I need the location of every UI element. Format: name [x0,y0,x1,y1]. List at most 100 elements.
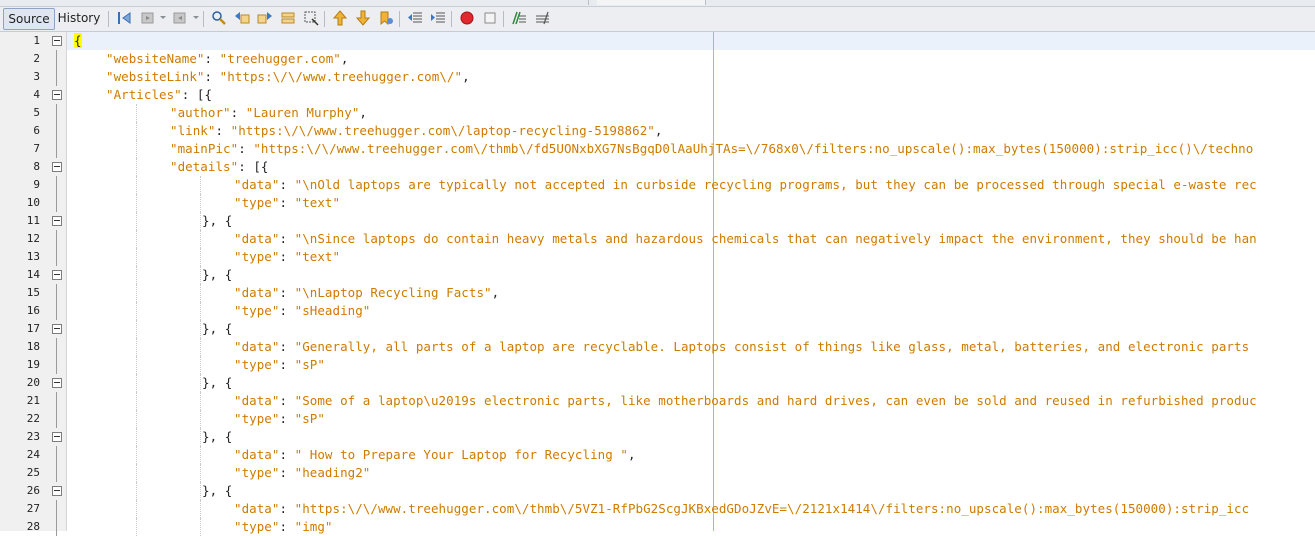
forward-icon[interactable] [172,10,188,26]
code-line[interactable]: 27 "data": "https:\/\/www.treehugger.com\… [0,500,1315,518]
line-number: 15 [26,286,40,299]
fold-guide [56,356,57,374]
code-line[interactable]: 15 "data": "\nLaptop Recycling Facts", [0,284,1315,302]
editor-tab-strip [0,0,1315,7]
code-line[interactable]: 24 "data": " How to Prepare Your Laptop f… [0,446,1315,464]
find-previous-icon[interactable] [234,10,250,26]
code-line[interactable]: 11}, { [0,212,1315,230]
comment-icon[interactable] [511,10,527,26]
shift-right-icon[interactable] [430,10,446,26]
forward-dropdown-caret[interactable] [193,16,199,19]
code-line[interactable]: 17}, { [0,320,1315,338]
fold-guide [56,50,57,68]
string-token: "Some of a laptop\u2019s electronic part… [294,393,1257,408]
code-line[interactable]: 1{ [0,32,1315,50]
fold-toggle-icon[interactable] [52,270,62,280]
string-token: "data" [234,231,280,246]
punctuation-token: , [462,69,470,84]
fold-toggle-icon[interactable] [52,162,62,172]
fold-toggle-icon[interactable] [52,216,62,226]
fold-guide [56,500,57,518]
code-text: "websiteLink": "https:\/\/www.treehugger… [106,68,470,86]
indent-guide [200,320,201,338]
punctuation-token: }, { [202,429,233,444]
code-text: "websiteName": "treehugger.com", [106,50,348,68]
indent-guide [136,392,137,410]
code-text: "details": [{ [170,158,269,176]
code-line[interactable]: 5 "author": "Lauren Murphy", [0,104,1315,122]
code-line[interactable]: 21 "data": "Some of a laptop\u2019s elect… [0,392,1315,410]
punctuation-token: : [230,105,246,120]
line-number: 20 [26,376,40,389]
shift-left-icon[interactable] [407,10,423,26]
code-text: "Articles": [{ [106,86,212,104]
string-token: "type" [234,303,280,318]
code-line[interactable]: 22 "type": "sP" [0,410,1315,428]
toggle-highlight-icon[interactable] [280,10,296,26]
editor-tab[interactable] [0,0,589,5]
indent-guide [136,374,137,392]
find-next-icon[interactable] [257,10,273,26]
punctuation-token: , [627,447,636,462]
line-number: 9 [33,178,40,191]
code-line[interactable]: 4 "Articles": [{ [0,86,1315,104]
string-token: "type" [234,357,280,372]
string-token: "Lauren Murphy" [245,105,360,120]
last-edit-icon[interactable] [116,10,132,26]
stop-macro-recording-icon[interactable] [482,10,498,26]
editor-tab[interactable] [597,0,706,5]
code-line[interactable]: 2 "websiteName": "treehugger.com", [0,50,1315,68]
fold-toggle-icon[interactable] [52,378,62,388]
indent-guide [136,320,137,338]
code-line[interactable]: 23 }, { [0,428,1315,446]
code-line[interactable]: 3 "websiteLink": "https:\/\/www.treehugge… [0,68,1315,86]
fold-toggle-icon[interactable] [52,324,62,334]
code-line[interactable]: 16 "type": "sHeading" [0,302,1315,320]
line-number: 23 [26,430,40,443]
toggle-rect-selection-icon[interactable] [303,10,319,26]
code-line[interactable]: 7 "mainPic": "https:\/\/www.treehugger.co… [0,140,1315,158]
string-token: "sHeading" [294,303,371,318]
code-line[interactable]: 9 "data": "\nOld laptops are typically no… [0,176,1315,194]
code-line[interactable]: 8 "details": [{ [0,158,1315,176]
punctuation-token: : [279,285,295,300]
source-tab-button[interactable]: Source [3,8,55,30]
punctuation-token: : [279,501,295,516]
code-line[interactable]: 10 "type": "text" [0,194,1315,212]
punctuation-token: : [279,231,295,246]
code-line[interactable]: 13 "type": "text" [0,248,1315,266]
code-line[interactable]: 25 "type": "heading2" [0,464,1315,482]
back-icon[interactable] [140,10,156,26]
code-line[interactable]: 12 "data": "\nSince laptops do contain he… [0,230,1315,248]
fold-guide [56,410,57,428]
line-number: 1 [33,34,40,47]
fold-toggle-icon[interactable] [52,36,62,46]
indent-guide [136,338,137,356]
fold-guide [56,104,57,122]
fold-toggle-icon[interactable] [52,432,62,442]
fold-toggle-icon[interactable] [52,486,62,496]
history-tab-button[interactable]: History [56,8,102,28]
toggle-bookmark-icon[interactable] [378,10,394,26]
code-line[interactable]: 28 "type": "img" [0,518,1315,536]
code-line[interactable]: 6 "link": "https:\/\/www.treehugger.com\/… [0,122,1315,140]
code-line[interactable]: 14}, { [0,266,1315,284]
code-line[interactable]: 18 "data": "Generally, all parts of a lap… [0,338,1315,356]
code-editor[interactable]: 1{2 "websiteName": "treehugger.com", 3 "web… [0,32,1315,536]
string-token: "data" [234,447,280,462]
code-line[interactable]: 20}, { [0,374,1315,392]
string-token: "treehugger.com" [219,51,341,66]
fold-toggle-icon[interactable] [52,90,62,100]
start-macro-recording-icon[interactable] [459,10,475,26]
code-line[interactable]: 19 "type": "sP" [0,356,1315,374]
back-dropdown-caret[interactable] [160,16,166,19]
punctuation-token: }, { [202,483,233,498]
uncomment-icon[interactable] [534,10,550,26]
previous-bookmark-icon[interactable] [332,10,348,26]
line-number: 7 [33,142,40,155]
find-icon[interactable] [211,10,227,26]
indent-guide [136,482,137,500]
next-bookmark-icon[interactable] [355,10,371,26]
indent-guide [200,230,201,248]
code-line[interactable]: 26}, { [0,482,1315,500]
